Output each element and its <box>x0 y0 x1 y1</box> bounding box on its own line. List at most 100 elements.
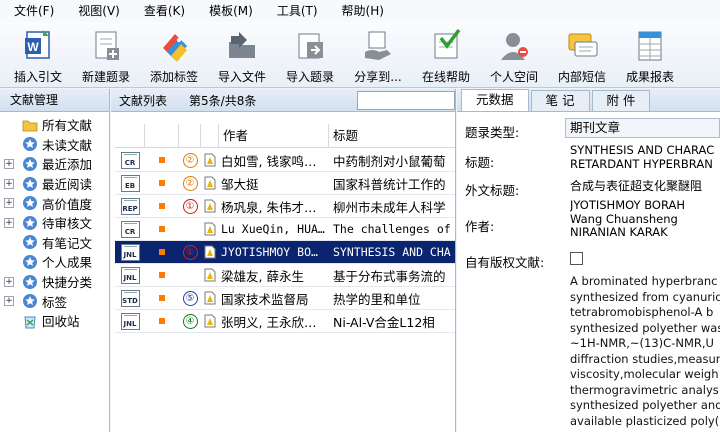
expand-toggle[interactable]: + <box>4 296 14 307</box>
column-rank[interactable] <box>179 124 201 148</box>
insert-citation-button[interactable]: W 插入引文 <box>4 22 72 86</box>
list-search-input[interactable] <box>357 91 455 110</box>
type-cell: JNL <box>115 312 145 330</box>
tree-item-quick[interactable]: + 快捷分类 <box>0 272 109 292</box>
title-line: RETARDANT HYPERBRAN <box>570 156 713 171</box>
table-row[interactable]: CR Lu XueQin, HUA… The challenges of <box>115 218 455 241</box>
tree-item-high-value[interactable]: + 高价值度 <box>0 193 109 213</box>
author-cell: 白如雪, 钱家鸣… <box>221 153 317 169</box>
share-button[interactable]: 分享到... <box>344 22 412 86</box>
abstract-line: tetrabromobisphenol-A b <box>570 305 714 319</box>
abstract-line: synthesized polyether was <box>570 320 720 335</box>
table-row[interactable]: EB ② 邹大挺 国家科普统计工作的 <box>115 172 455 195</box>
menu-look[interactable]: 查看(K) <box>138 0 191 22</box>
tab-notes[interactable]: 笔 记 <box>530 90 590 111</box>
rank-cell: ① <box>179 198 201 214</box>
import-record-button[interactable]: 导入题录 <box>276 22 344 86</box>
column-title[interactable]: 标题 <box>329 124 455 148</box>
tree-item-pending[interactable]: + 待审核文 <box>0 213 109 233</box>
tree-item-label: 标签 <box>42 294 68 310</box>
add-tag-label: 添加标签 <box>149 70 198 84</box>
personal-space-button[interactable]: 个人空间 <box>480 22 548 86</box>
abstract-line: synthesized polyether and <box>570 398 720 412</box>
column-attachment[interactable] <box>201 124 219 148</box>
pdf-attachment-icon <box>204 199 216 213</box>
folder-icon <box>22 120 38 132</box>
menu-help[interactable]: 帮助(H) <box>336 0 390 22</box>
table-row[interactable]: JNL ④ 张明义, 王永欣… Ni-Al-V合金L12相 <box>115 310 455 333</box>
column-author[interactable]: 作者 <box>219 124 329 148</box>
title-label: 标题: <box>465 155 495 170</box>
document-list-title: 文献列表 <box>119 93 168 108</box>
record-type-select[interactable]: 期刊文章 <box>565 118 720 138</box>
author-line: Wang Chuansheng <box>570 211 678 226</box>
table-row[interactable]: JNL 梁雄友, 薛永生 基于分布式事务流的 <box>115 264 455 287</box>
expand-toggle[interactable]: + <box>4 217 14 228</box>
internal-message-button[interactable]: 内部短信 <box>548 22 616 86</box>
tree-item-tags[interactable]: + 标签 <box>0 291 109 311</box>
title-cell: The challenges of <box>333 222 451 236</box>
table-row[interactable]: REP ① 杨巩泉, 朱伟才… 柳州市未成年人科学 <box>115 195 455 218</box>
document-type-icon: CR <box>120 151 140 169</box>
detail-tabs: 元数据 笔 记 附 件 <box>457 89 720 112</box>
tree-item-all[interactable]: 所有文献 <box>0 115 109 135</box>
column-flag[interactable] <box>145 124 179 148</box>
menu-file[interactable]: 文件(F) <box>8 0 60 22</box>
author-cell: 邹大挺 <box>221 176 259 192</box>
tab-attachments[interactable]: 附 件 <box>591 90 651 111</box>
document-rows: CR ② 白如雪, 钱家鸣… 中药制剂对小鼠葡萄 EB ② 邹大挺 国家科普统计工作的 REP ①… <box>115 149 455 333</box>
online-help-button[interactable]: 在线帮助 <box>412 22 480 86</box>
column-type[interactable] <box>115 124 145 148</box>
report-label: 成果报表 <box>625 70 674 84</box>
expand-toggle[interactable]: + <box>4 178 14 189</box>
title-cell: 基于分布式事务流的 <box>333 268 446 284</box>
author-value[interactable]: JYOTISHMOY BORAH Wang Chuansheng NIRANIA… <box>570 199 720 240</box>
list-column-header: 作者 标题 <box>115 124 455 148</box>
expand-toggle[interactable]: + <box>4 276 14 287</box>
abstract-text[interactable]: A brominated hyperbranc synthesized from … <box>570 274 720 432</box>
rank-cell: ⑤ <box>179 290 201 306</box>
tree-item-recycle[interactable]: 回收站 <box>0 311 109 331</box>
svg-text:W: W <box>27 40 39 54</box>
star-icon <box>23 254 37 269</box>
tree-item-notes[interactable]: 有笔记文 <box>0 233 109 253</box>
report-button[interactable]: 成果报表 <box>616 22 684 86</box>
attachment-cell <box>201 268 219 282</box>
insert-citation-label: 插入引文 <box>13 70 62 84</box>
table-row[interactable]: STD ⑤ 国家技术监督局 热学的里和单位 <box>115 287 455 310</box>
foreign-title-value[interactable]: 合成与表征超支化聚醚阻 <box>570 180 720 194</box>
unread-flag-icon <box>159 203 165 209</box>
type-cell: CR <box>115 151 145 169</box>
menu-view[interactable]: 视图(V) <box>72 0 126 22</box>
pdf-attachment-icon <box>204 153 216 167</box>
attachment-cell <box>201 245 219 259</box>
tree-item-unread[interactable]: 未读文献 <box>0 135 109 155</box>
pdf-attachment-icon <box>204 222 216 236</box>
add-tag-button[interactable]: 添加标签 <box>140 22 208 86</box>
author-cell: 杨巩泉, 朱伟才… <box>221 199 317 215</box>
expand-toggle[interactable]: + <box>4 198 14 209</box>
menu-template[interactable]: 模板(M) <box>203 0 259 22</box>
title-value[interactable]: SYNTHESIS AND CHARAC RETARDANT HYPERBRAN <box>570 144 720 171</box>
table-row[interactable]: CR ② 白如雪, 钱家鸣… 中药制剂对小鼠葡萄 <box>115 149 455 172</box>
expand-toggle[interactable]: + <box>4 158 14 169</box>
abstract-line: available plasticized poly( <box>570 413 720 428</box>
copyright-checkbox[interactable] <box>570 252 583 265</box>
import-file-button[interactable]: 导入文件 <box>208 22 276 86</box>
star-icon <box>23 294 37 309</box>
tab-metadata[interactable]: 元数据 <box>461 89 529 111</box>
tree-item-recent-read[interactable]: + 最近阅读 <box>0 174 109 194</box>
tree-item-label: 回收站 <box>42 314 80 330</box>
tree-item-recent-added[interactable]: + 最近添加 <box>0 154 109 174</box>
star-icon <box>23 274 37 289</box>
rank-cell: ② <box>179 152 201 168</box>
table-row[interactable]: JNL ① JYOTISHMOY BO… SYNTHESIS AND CHA <box>115 241 455 264</box>
rank-badge: ④ <box>182 313 198 329</box>
internal-message-label: 内部短信 <box>557 70 606 84</box>
menu-tools[interactable]: 工具(T) <box>271 0 324 22</box>
star-icon <box>23 235 37 250</box>
new-record-icon <box>89 28 123 62</box>
new-record-button[interactable]: 新建题录 <box>72 22 140 86</box>
title-cell: 国家科普统计工作的 <box>333 176 446 192</box>
tree-item-personal[interactable]: 个人成果 <box>0 252 109 272</box>
